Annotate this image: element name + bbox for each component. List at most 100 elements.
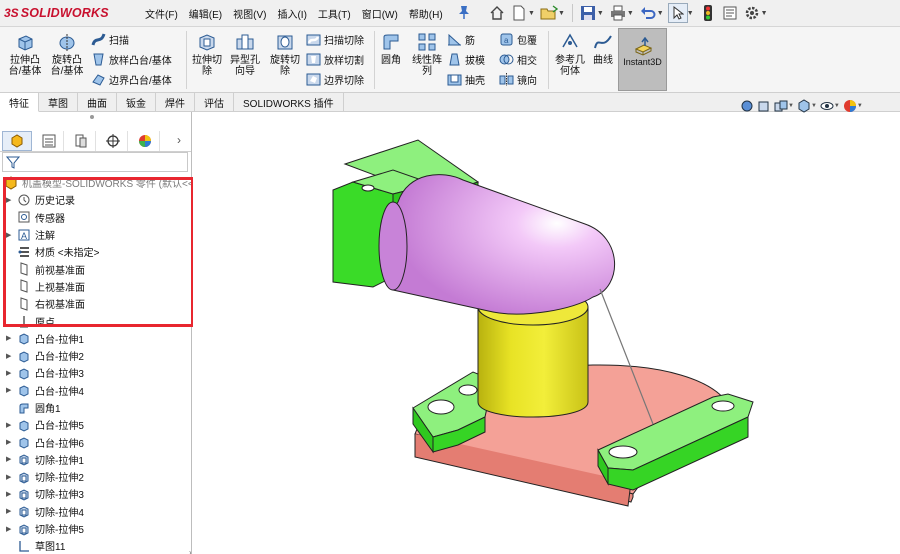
- open-icon[interactable]: [539, 3, 559, 23]
- fillet-button[interactable]: 圆角: [377, 31, 405, 66]
- save-icon[interactable]: [578, 3, 598, 23]
- expand-arrow-icon[interactable]: ▶: [6, 455, 14, 463]
- revolve-boss-button[interactable]: 旋转凸 台/基体: [47, 31, 87, 77]
- panel-collapse-handle[interactable]: ›: [189, 548, 191, 554]
- tab-sketch[interactable]: 草图: [39, 93, 78, 112]
- tab-sheet-metal[interactable]: 钣金: [117, 93, 156, 112]
- expand-arrow-icon[interactable]: ▶: [6, 352, 14, 360]
- tree-item-2[interactable]: ▶ A 注解: [0, 226, 191, 243]
- tree-item-11[interactable]: ▶ 凸台-拉伸4: [0, 382, 191, 399]
- menu-edit[interactable]: 编辑(E): [189, 6, 222, 21]
- expand-arrow-icon[interactable]: ▶: [6, 334, 14, 342]
- tree-item-5[interactable]: 上视基准面: [0, 278, 191, 295]
- display-manager-tab[interactable]: [130, 131, 160, 151]
- tree-item-20[interactable]: 草图11: [0, 537, 191, 554]
- chevron-down-icon[interactable]: ▼: [834, 103, 840, 109]
- chevron-down-icon[interactable]: ▼: [811, 103, 817, 109]
- chevron-down-icon[interactable]: ▼: [528, 10, 535, 17]
- new-document-icon[interactable]: [509, 3, 529, 23]
- tree-item-0[interactable]: ▶ 历史记录: [0, 191, 191, 208]
- loft-boss-button[interactable]: 放样凸台/基体: [91, 50, 172, 68]
- tree-item-1[interactable]: 传感器: [0, 209, 191, 226]
- loft-cut-button[interactable]: 放样切割: [306, 50, 364, 68]
- undo-icon[interactable]: [638, 3, 658, 23]
- chevron-right-icon[interactable]: ›: [177, 133, 181, 147]
- edit-appearance-icon[interactable]: [843, 99, 857, 113]
- tree-item-3[interactable]: 材质 <未指定>: [0, 243, 191, 260]
- chevron-down-icon[interactable]: ▼: [788, 103, 794, 109]
- chevron-down-icon[interactable]: ▼: [558, 10, 565, 17]
- tree-item-17[interactable]: ▶ 切除-拉伸3: [0, 485, 191, 502]
- sweep-button[interactable]: 扫描: [91, 30, 129, 48]
- feature-tree-filter[interactable]: [2, 152, 188, 172]
- instant3d-button[interactable]: Instant3D: [618, 28, 667, 91]
- chevron-down-icon[interactable]: ▼: [687, 10, 694, 17]
- tab-features[interactable]: 特征: [0, 93, 39, 112]
- menu-window[interactable]: 窗口(W): [362, 6, 398, 21]
- mirror-button[interactable]: 镜向: [499, 70, 537, 88]
- graphics-viewport[interactable]: [193, 112, 900, 554]
- tree-item-4[interactable]: 前视基准面: [0, 260, 191, 277]
- expand-arrow-icon[interactable]: ▶: [6, 231, 14, 239]
- tree-item-18[interactable]: ▶ 切除-拉伸4: [0, 503, 191, 520]
- expand-arrow-icon[interactable]: ▶: [6, 438, 14, 446]
- extrude-cut-button[interactable]: 拉伸切 除: [189, 31, 225, 77]
- tree-item-14[interactable]: ▶ 凸台-拉伸6: [0, 433, 191, 450]
- solidworks-logo[interactable]: 3S SOLIDWORKS: [4, 2, 122, 24]
- hide-show-items-icon[interactable]: [820, 99, 834, 113]
- expand-arrow-icon[interactable]: ▶: [6, 421, 14, 429]
- tree-item-13[interactable]: ▶ 凸台-拉伸5: [0, 416, 191, 433]
- zoom-to-area-icon[interactable]: [757, 99, 771, 113]
- tree-item-9[interactable]: ▶ 凸台-拉伸2: [0, 347, 191, 364]
- shell-button[interactable]: 抽壳: [447, 70, 485, 88]
- wrap-button[interactable]: a 包覆: [499, 30, 537, 48]
- document-properties-icon[interactable]: [720, 3, 740, 23]
- intersect-button[interactable]: 相交: [499, 50, 537, 68]
- chevron-down-icon[interactable]: ▼: [761, 10, 768, 17]
- select-arrow-icon[interactable]: [667, 3, 688, 23]
- tab-weldments[interactable]: 焊件: [156, 93, 195, 112]
- configuration-manager-tab[interactable]: [66, 131, 96, 151]
- draft-button[interactable]: 拔模: [447, 50, 485, 68]
- chevron-down-icon[interactable]: ▼: [627, 10, 634, 17]
- menu-view[interactable]: 视图(V): [233, 6, 266, 21]
- chevron-down-icon[interactable]: ▼: [857, 103, 863, 109]
- view-orientation-icon[interactable]: [797, 99, 811, 113]
- reference-geometry-button[interactable]: 参考几 何体: [551, 31, 589, 77]
- menu-file[interactable]: 文件(F): [145, 6, 178, 21]
- linear-pattern-button[interactable]: 线性阵 列: [408, 31, 446, 77]
- tree-item-16[interactable]: ▶ 切除-拉伸2: [0, 468, 191, 485]
- home-icon[interactable]: [487, 3, 507, 23]
- tree-item-8[interactable]: ▶ 凸台-拉伸1: [0, 330, 191, 347]
- tab-surfaces[interactable]: 曲面: [78, 93, 117, 112]
- tree-root-part[interactable]: 机盖模型-SOLIDWORKS 零件 (默认<<默认>_显示状态 1>): [0, 174, 191, 191]
- panel-grip[interactable]: [90, 115, 94, 119]
- tab-evaluate[interactable]: 评估: [195, 93, 234, 112]
- tree-item-10[interactable]: ▶ 凸台-拉伸3: [0, 364, 191, 381]
- tree-item-12[interactable]: 圆角1: [0, 399, 191, 416]
- menu-help[interactable]: 帮助(H): [409, 6, 443, 21]
- tree-item-6[interactable]: 右视基准面: [0, 295, 191, 312]
- zoom-to-fit-icon[interactable]: [740, 99, 754, 113]
- revolve-cut-button[interactable]: 旋转切 除: [266, 31, 304, 77]
- menu-insert[interactable]: 插入(I): [277, 6, 306, 21]
- chevron-down-icon[interactable]: ▼: [597, 10, 604, 17]
- options-gear-icon[interactable]: [742, 3, 762, 23]
- chevron-down-icon[interactable]: ▼: [657, 10, 664, 17]
- boundary-cut-button[interactable]: 边界切除: [306, 70, 364, 88]
- expand-arrow-icon[interactable]: ▶: [6, 525, 14, 533]
- menu-tools[interactable]: 工具(T): [318, 6, 351, 21]
- print-icon[interactable]: [608, 3, 628, 23]
- pink-elbow-pipe[interactable]: [378, 174, 615, 315]
- expand-arrow-icon[interactable]: ▶: [6, 196, 14, 204]
- pin-icon[interactable]: [458, 5, 470, 19]
- feature-manager-tab[interactable]: [2, 131, 32, 151]
- expand-arrow-icon[interactable]: ▶: [6, 507, 14, 515]
- rib-button[interactable]: 筋: [447, 30, 475, 48]
- property-manager-tab[interactable]: [34, 131, 64, 151]
- expand-arrow-icon[interactable]: ▶: [6, 369, 14, 377]
- previous-view-icon[interactable]: [774, 99, 788, 113]
- tree-item-15[interactable]: ▶ 切除-拉伸1: [0, 451, 191, 468]
- expand-arrow-icon[interactable]: ▶: [6, 473, 14, 481]
- model-3d-view[interactable]: [193, 112, 900, 554]
